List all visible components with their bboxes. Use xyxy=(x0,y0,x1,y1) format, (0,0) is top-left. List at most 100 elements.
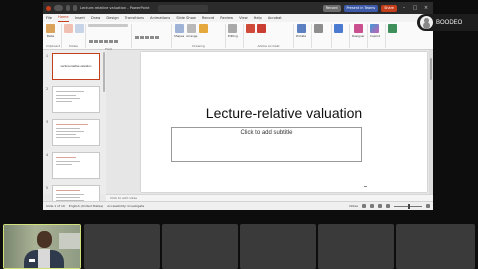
work-area: 1 Lecture-relative valuation 2 3 4 5 Lecture-… xyxy=(43,50,433,210)
tab-draw[interactable]: Draw xyxy=(91,14,100,22)
designer-button[interactable]: Designer xyxy=(352,24,365,38)
thumbnail-text-line xyxy=(56,95,76,96)
zoom-slider-knob[interactable] xyxy=(408,203,410,209)
microphone-icon xyxy=(296,24,306,33)
record-button[interactable]: Record xyxy=(322,4,341,12)
copilot-group: Copilot xyxy=(370,24,386,48)
normal-view-icon[interactable] xyxy=(362,204,366,208)
addins-group xyxy=(334,24,350,48)
slide-title[interactable]: Lecture-relative valuation xyxy=(141,105,427,121)
tab-home[interactable]: Home xyxy=(58,14,69,22)
participant-avatar xyxy=(420,16,433,29)
subtitle-placeholder[interactable]: Click to add subtitle xyxy=(171,127,362,162)
pdf-link-icon xyxy=(246,24,255,33)
clipboard-group: Paste Clipboard xyxy=(46,24,62,48)
editing-button[interactable]: Editing xyxy=(228,24,238,38)
notes-pane[interactable]: Click to add notes xyxy=(106,194,433,201)
slides-group: Slides xyxy=(64,24,86,48)
paste-button[interactable]: Paste xyxy=(46,24,55,38)
video-tile-3[interactable] xyxy=(162,224,238,269)
tab-review[interactable]: Review xyxy=(220,14,233,22)
font-name-select[interactable] xyxy=(88,24,128,27)
thumbnails-scrollbar[interactable] xyxy=(103,52,105,92)
thumbnail-number: 1 xyxy=(46,54,49,58)
maximize-icon[interactable]: □ xyxy=(411,5,419,12)
thumbnail-number: 5 xyxy=(46,186,49,190)
tab-animations[interactable]: Animations xyxy=(150,14,170,22)
ribbon: Paste Clipboard Slides Font Shapes Arran… xyxy=(43,22,433,66)
list-buttons[interactable] xyxy=(134,24,159,43)
reuse-slides-button[interactable] xyxy=(75,24,84,33)
shapes-button[interactable]: Shapes xyxy=(174,24,184,38)
speaker-shirt xyxy=(38,249,50,268)
tab-acrobat[interactable]: Acrobat xyxy=(268,14,282,22)
new-slide-button[interactable] xyxy=(64,24,73,33)
slide-thumbnail[interactable] xyxy=(52,152,100,179)
language-indicator[interactable]: English (United States) xyxy=(69,204,103,208)
status-bar: Slide 1 of 19 English (United States) Ac… xyxy=(43,201,433,210)
slide-thumbnails-pane[interactable]: 1 Lecture-relative valuation 2 3 4 5 xyxy=(43,50,106,210)
reading-view-icon[interactable] xyxy=(378,204,382,208)
tab-file[interactable]: File xyxy=(46,14,52,22)
slide-sorter-icon[interactable] xyxy=(370,204,374,208)
slide-thumbnail[interactable]: Lecture-relative valuation xyxy=(52,53,100,80)
slide-thumbnail[interactable] xyxy=(52,86,100,113)
analyze-button[interactable] xyxy=(388,24,397,33)
thumbnail-title: Lecture-relative valuation xyxy=(60,65,92,68)
tab-design[interactable]: Design xyxy=(106,14,118,22)
title-bar: Lecture-relative valuation - PowerPoint … xyxy=(43,2,433,14)
sensitivity-icon xyxy=(314,24,323,33)
dictate-button[interactable]: Dictate xyxy=(296,24,306,38)
slide-counter: Slide 1 of 19 xyxy=(46,204,65,208)
zoom-slider[interactable] xyxy=(394,203,422,209)
search-box[interactable] xyxy=(158,4,209,12)
slide-thumbnail[interactable] xyxy=(52,119,100,146)
powerpoint-window: Lecture-relative valuation - PowerPoint … xyxy=(43,2,433,210)
present-in-teams-button[interactable]: Present in Teams xyxy=(343,4,379,12)
paragraph-group: Paragraph xyxy=(134,24,172,66)
fit-to-window-icon[interactable] xyxy=(426,204,430,208)
sensitivity-button[interactable] xyxy=(314,24,323,33)
add-ins-button[interactable] xyxy=(334,24,343,33)
current-slide[interactable]: Lecture-relative valuation Click to add … xyxy=(141,52,427,192)
notes-toggle[interactable]: Notes xyxy=(349,204,358,208)
slideshow-icon[interactable] xyxy=(386,204,390,208)
undo-icon[interactable] xyxy=(73,5,77,11)
copilot-button[interactable]: Copilot xyxy=(370,24,380,38)
quick-styles-button[interactable] xyxy=(199,24,209,33)
video-tile-2[interactable] xyxy=(84,224,160,269)
new-slide-icon xyxy=(64,24,73,33)
tab-transitions[interactable]: Transitions xyxy=(125,14,144,22)
autosave-toggle[interactable] xyxy=(54,5,63,11)
window-title: Lecture-relative valuation - PowerPoint xyxy=(80,6,150,10)
analyze-icon xyxy=(388,24,397,33)
tab-view[interactable]: View xyxy=(239,14,248,22)
create-pdf-share-outlook-button[interactable] xyxy=(257,24,266,33)
tab-help[interactable]: Help xyxy=(254,14,262,22)
tab-slide-show[interactable]: Slide Show xyxy=(176,14,196,22)
thumbnail-text-line xyxy=(56,124,88,125)
close-icon[interactable]: × xyxy=(422,5,430,12)
video-tile-4[interactable] xyxy=(240,224,316,269)
powerpoint-logo-icon xyxy=(46,5,51,11)
accessibility-indicator[interactable]: Accessibility: Investigate xyxy=(107,204,144,208)
video-tile-5[interactable] xyxy=(318,224,394,269)
speaker-video-tile[interactable] xyxy=(3,224,81,269)
arrange-icon xyxy=(187,24,197,33)
slide-scrollbar-thumb[interactable] xyxy=(430,58,432,80)
share-button[interactable]: Share xyxy=(381,4,397,12)
ribbon-tabs: File Home Insert Draw Design Transitions Anima… xyxy=(43,14,433,22)
save-icon[interactable] xyxy=(66,5,70,11)
tab-insert[interactable]: Insert xyxy=(75,14,85,22)
participant-badge[interactable]: BOODEO xyxy=(417,14,478,31)
acrobat-group: Adobe Acrobat xyxy=(246,24,294,48)
minimize-icon[interactable]: – xyxy=(400,5,408,12)
shapes-icon xyxy=(174,24,184,33)
tab-record[interactable]: Record xyxy=(202,14,214,22)
slide-scrollbar[interactable] xyxy=(429,50,433,194)
font-format-buttons[interactable] xyxy=(88,28,118,47)
reuse-slides-icon xyxy=(75,24,84,33)
arrange-button[interactable]: Arrange xyxy=(186,24,197,38)
create-pdf-share-link-button[interactable] xyxy=(246,24,255,33)
video-tile-6[interactable] xyxy=(396,224,475,269)
